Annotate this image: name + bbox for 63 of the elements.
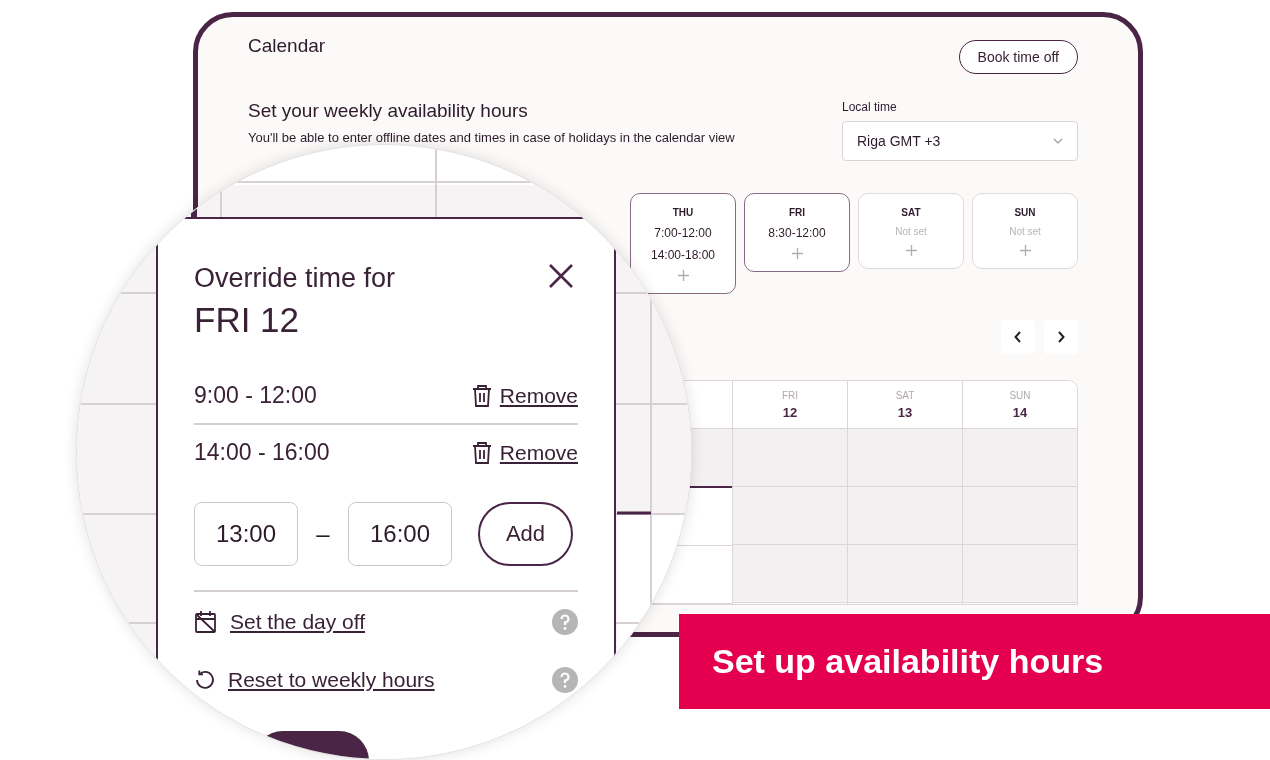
close-button[interactable]	[548, 263, 574, 289]
day-card[interactable]: SUN Not set	[972, 193, 1078, 269]
plus-icon[interactable]	[905, 245, 917, 256]
day-name: THU	[672, 207, 694, 218]
reset-icon	[194, 669, 216, 691]
weekday-label: SUN	[1009, 389, 1031, 401]
status-text: Not set	[895, 226, 927, 237]
day-name: SUN	[1014, 207, 1036, 218]
day-name: SAT	[901, 207, 921, 218]
trash-icon	[471, 383, 492, 408]
section-heading: Set your weekly availability hours	[248, 100, 529, 122]
time-cell[interactable]	[733, 429, 847, 487]
help-icon[interactable]	[552, 667, 578, 693]
dialog-title: Override time for	[194, 263, 396, 294]
date-label: 13	[897, 404, 913, 420]
time-range: 9:00 - 12:00	[194, 382, 317, 409]
option-link[interactable]: Set the day off	[194, 610, 366, 634]
day-name: FRI	[788, 207, 806, 218]
option-link[interactable]: Reset to weekly hours	[194, 668, 435, 692]
range-separator: –	[315, 520, 331, 548]
remove-link[interactable]: Remove	[471, 383, 578, 408]
time-cell[interactable]	[848, 545, 962, 603]
end-time-field[interactable]: 16:00	[348, 502, 452, 566]
time-cell[interactable]	[733, 545, 847, 603]
date-label: 14	[1012, 404, 1028, 420]
field-label: Local time	[842, 100, 898, 114]
previous-button[interactable]	[1001, 320, 1035, 354]
calendar-off-icon	[194, 610, 218, 634]
weekday-label: SAT	[895, 389, 915, 401]
time-range: 7:00-12:00	[654, 226, 712, 240]
day-card[interactable]: FRI 8:30-12:00	[744, 193, 850, 272]
time-range: 14:00-18:00	[650, 248, 716, 262]
remove-link[interactable]: Remove	[471, 440, 578, 465]
chevron-right-icon	[1057, 331, 1065, 343]
section-subtitle: You'll be able to enter offline dates and times in case of holidays in the calendar view	[248, 130, 735, 145]
add-button[interactable]: Add	[478, 502, 573, 566]
weekday-label: FRI	[781, 389, 799, 401]
plus-icon[interactable]	[1019, 245, 1031, 256]
time-cell[interactable]	[733, 487, 847, 545]
timezone-dropdown[interactable]: Riga GMT +3	[842, 121, 1078, 161]
time-cell[interactable]	[963, 487, 1077, 545]
time-cell[interactable]	[848, 487, 962, 545]
time-cell[interactable]	[848, 429, 962, 487]
time-range: 8:30-12:00	[768, 226, 826, 240]
date-label: 12	[782, 404, 798, 420]
dialog-date: FRI 12	[194, 300, 300, 340]
time-range: 14:00 - 16:00	[194, 439, 330, 466]
page-title: Calendar	[248, 35, 326, 57]
next-button[interactable]	[1044, 320, 1078, 354]
time-cell[interactable]	[963, 429, 1077, 487]
book-time-off-button[interactable]: Book time off	[958, 40, 1078, 74]
day-card[interactable]: SAT Not set	[858, 193, 964, 269]
status-text: Not set	[1009, 226, 1041, 237]
plus-icon[interactable]	[677, 270, 689, 281]
time-cell[interactable]	[963, 545, 1077, 603]
trash-icon	[471, 440, 492, 465]
banner-text: Set up availability hours	[679, 614, 1270, 709]
start-time-field[interactable]: 13:00	[194, 502, 298, 566]
chevron-left-icon	[1014, 331, 1022, 343]
chevron-down-icon	[1053, 138, 1063, 144]
day-card[interactable]: THU 7:00-12:00 14:00-18:00	[630, 193, 736, 294]
plus-icon[interactable]	[791, 248, 803, 259]
help-icon[interactable]	[552, 609, 578, 635]
